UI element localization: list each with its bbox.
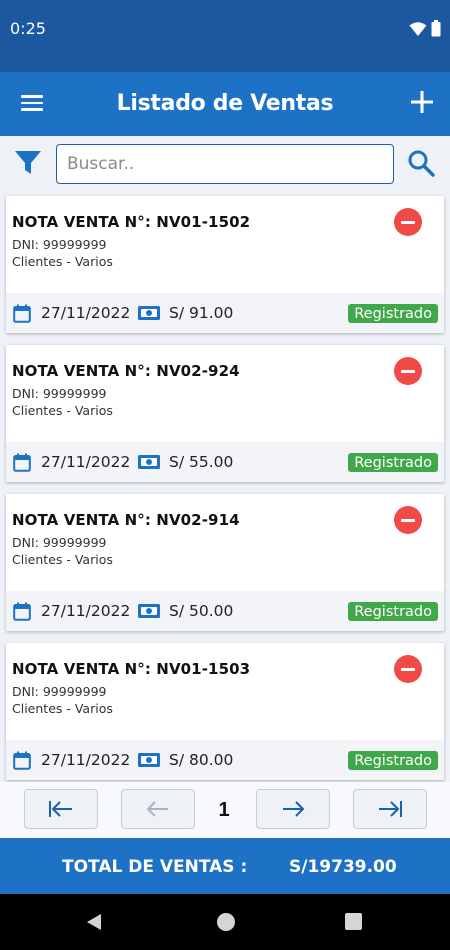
- money-icon: [138, 753, 160, 767]
- prev-page-button[interactable]: [121, 789, 195, 829]
- first-page-icon: [49, 801, 72, 817]
- sale-amount: S/ 55.00: [169, 453, 234, 471]
- sale-card[interactable]: NOTA VENTA N°: NV02-914 DNI: 99999999 Cl…: [6, 494, 444, 631]
- money-icon: [138, 306, 160, 320]
- sale-client: Clientes - Varios: [12, 254, 113, 269]
- remove-sale-button[interactable]: [394, 655, 422, 683]
- sale-footer: 27/11/2022 S/ 50.00 Registrado: [6, 591, 444, 631]
- sale-title: NOTA VENTA N°: NV02-914: [12, 511, 240, 529]
- total-label: TOTAL DE VENTAS :: [62, 857, 248, 877]
- sale-dni: DNI: 99999999: [12, 386, 107, 401]
- sale-title: NOTA VENTA N°: NV01-1502: [12, 213, 251, 231]
- sale-footer: 27/11/2022 S/ 55.00 Registrado: [6, 442, 444, 482]
- sale-date: 27/11/2022: [41, 751, 131, 769]
- status-badge: Registrado: [348, 602, 438, 621]
- calendar-icon: [13, 304, 31, 323]
- next-page-button[interactable]: [256, 789, 330, 829]
- sale-amount: S/ 91.00: [169, 304, 234, 322]
- sale-client: Clientes - Varios: [12, 701, 113, 716]
- status-time: 0:25: [10, 19, 46, 38]
- sale-client: Clientes - Varios: [12, 552, 113, 567]
- prev-page-icon: [146, 801, 168, 817]
- last-page-icon: [379, 801, 402, 817]
- calendar-icon: [13, 751, 31, 770]
- last-page-button[interactable]: [353, 789, 427, 829]
- status-bar: 0:25: [0, 0, 450, 72]
- system-nav-bar: [0, 894, 450, 950]
- remove-sale-button[interactable]: [394, 506, 422, 534]
- current-page: 1: [218, 799, 230, 821]
- nav-recents-icon[interactable]: [345, 913, 362, 930]
- sale-card[interactable]: NOTA VENTA N°: NV01-1503 DNI: 99999999 C…: [6, 643, 444, 780]
- plus-icon[interactable]: [410, 90, 434, 114]
- sale-footer: 27/11/2022 S/ 91.00 Registrado: [6, 293, 444, 333]
- pagination: 1: [0, 782, 450, 838]
- sale-amount: S/ 80.00: [169, 751, 234, 769]
- money-icon: [138, 604, 160, 618]
- first-page-button[interactable]: [24, 789, 98, 829]
- status-badge: Registrado: [348, 453, 438, 472]
- next-page-icon: [283, 801, 305, 817]
- page-title: Listado de Ventas: [116, 91, 334, 116]
- app-bar: Listado de Ventas: [0, 72, 450, 136]
- sale-dni: DNI: 99999999: [12, 684, 107, 699]
- total-value: S/19739.00: [289, 857, 397, 877]
- battery-icon: [431, 20, 441, 37]
- total-bar: TOTAL DE VENTAS : S/19739.00: [0, 838, 450, 894]
- search-icon[interactable]: [407, 149, 435, 177]
- search-row: [0, 136, 450, 192]
- calendar-icon: [13, 453, 31, 472]
- sale-date: 27/11/2022: [41, 602, 131, 620]
- filter-icon[interactable]: [14, 150, 42, 176]
- sale-dni: DNI: 99999999: [12, 535, 107, 550]
- status-badge: Registrado: [348, 304, 438, 323]
- wifi-icon: [409, 21, 427, 36]
- search-input[interactable]: [56, 144, 394, 184]
- sale-date: 27/11/2022: [41, 304, 131, 322]
- sale-card[interactable]: NOTA VENTA N°: NV01-1502 DNI: 99999999 C…: [6, 196, 444, 333]
- sale-dni: DNI: 99999999: [12, 237, 107, 252]
- sale-amount: S/ 50.00: [169, 602, 234, 620]
- nav-back-icon[interactable]: [86, 913, 102, 931]
- remove-sale-button[interactable]: [394, 357, 422, 385]
- sale-card[interactable]: NOTA VENTA N°: NV02-924 DNI: 99999999 Cl…: [6, 345, 444, 482]
- sale-footer: 27/11/2022 S/ 80.00 Registrado: [6, 740, 444, 780]
- money-icon: [138, 455, 160, 469]
- remove-sale-button[interactable]: [394, 208, 422, 236]
- sale-title: NOTA VENTA N°: NV01-1503: [12, 660, 251, 678]
- status-badge: Registrado: [348, 751, 438, 770]
- nav-home-icon[interactable]: [217, 913, 235, 931]
- sale-date: 27/11/2022: [41, 453, 131, 471]
- sale-client: Clientes - Varios: [12, 403, 113, 418]
- sale-title: NOTA VENTA N°: NV02-924: [12, 362, 240, 380]
- calendar-icon: [13, 602, 31, 621]
